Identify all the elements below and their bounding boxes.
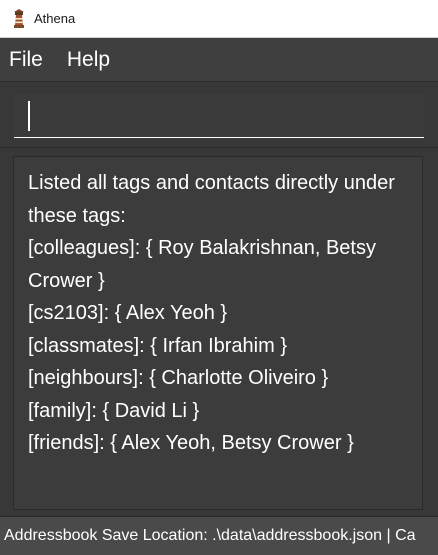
result-line: Listed all tags and contacts directly un… bbox=[28, 172, 395, 194]
lighthouse-icon bbox=[10, 9, 28, 29]
result-display-pane: Listed all tags and contacts directly un… bbox=[0, 148, 438, 516]
menu-help[interactable]: Help bbox=[55, 48, 122, 72]
command-input[interactable] bbox=[14, 94, 424, 138]
result-line: [colleagues]: { Roy Balakrishnan, Betsy bbox=[28, 237, 376, 259]
result-line: these tags: bbox=[28, 204, 126, 227]
status-bar: Addressbook Save Location: .\data\addres… bbox=[0, 516, 438, 555]
window-title: Athena bbox=[34, 11, 76, 26]
text-caret bbox=[28, 101, 30, 131]
result-line: [neighbours]: { Charlotte Oliveiro } bbox=[28, 367, 329, 389]
result-display[interactable]: Listed all tags and contacts directly un… bbox=[13, 156, 423, 510]
command-box-pane bbox=[0, 82, 438, 148]
menu-file[interactable]: File bbox=[0, 48, 55, 72]
title-bar: Athena bbox=[0, 0, 438, 38]
menu-bar: File Help bbox=[0, 38, 438, 82]
result-line: [family]: { David Li } bbox=[28, 399, 200, 422]
result-line: [classmates]: { Irfan Ibrahim } bbox=[28, 334, 287, 357]
result-line: [cs2103]: { Alex Yeoh } bbox=[28, 302, 228, 324]
app-window: Athena File Help Listed all tags and con… bbox=[0, 0, 438, 555]
result-line: [friends]: { Alex Yeoh, Betsy Crower } bbox=[28, 432, 354, 454]
result-line: Crower } bbox=[28, 269, 105, 292]
save-location-text: Addressbook Save Location: .\data\addres… bbox=[4, 527, 416, 544]
